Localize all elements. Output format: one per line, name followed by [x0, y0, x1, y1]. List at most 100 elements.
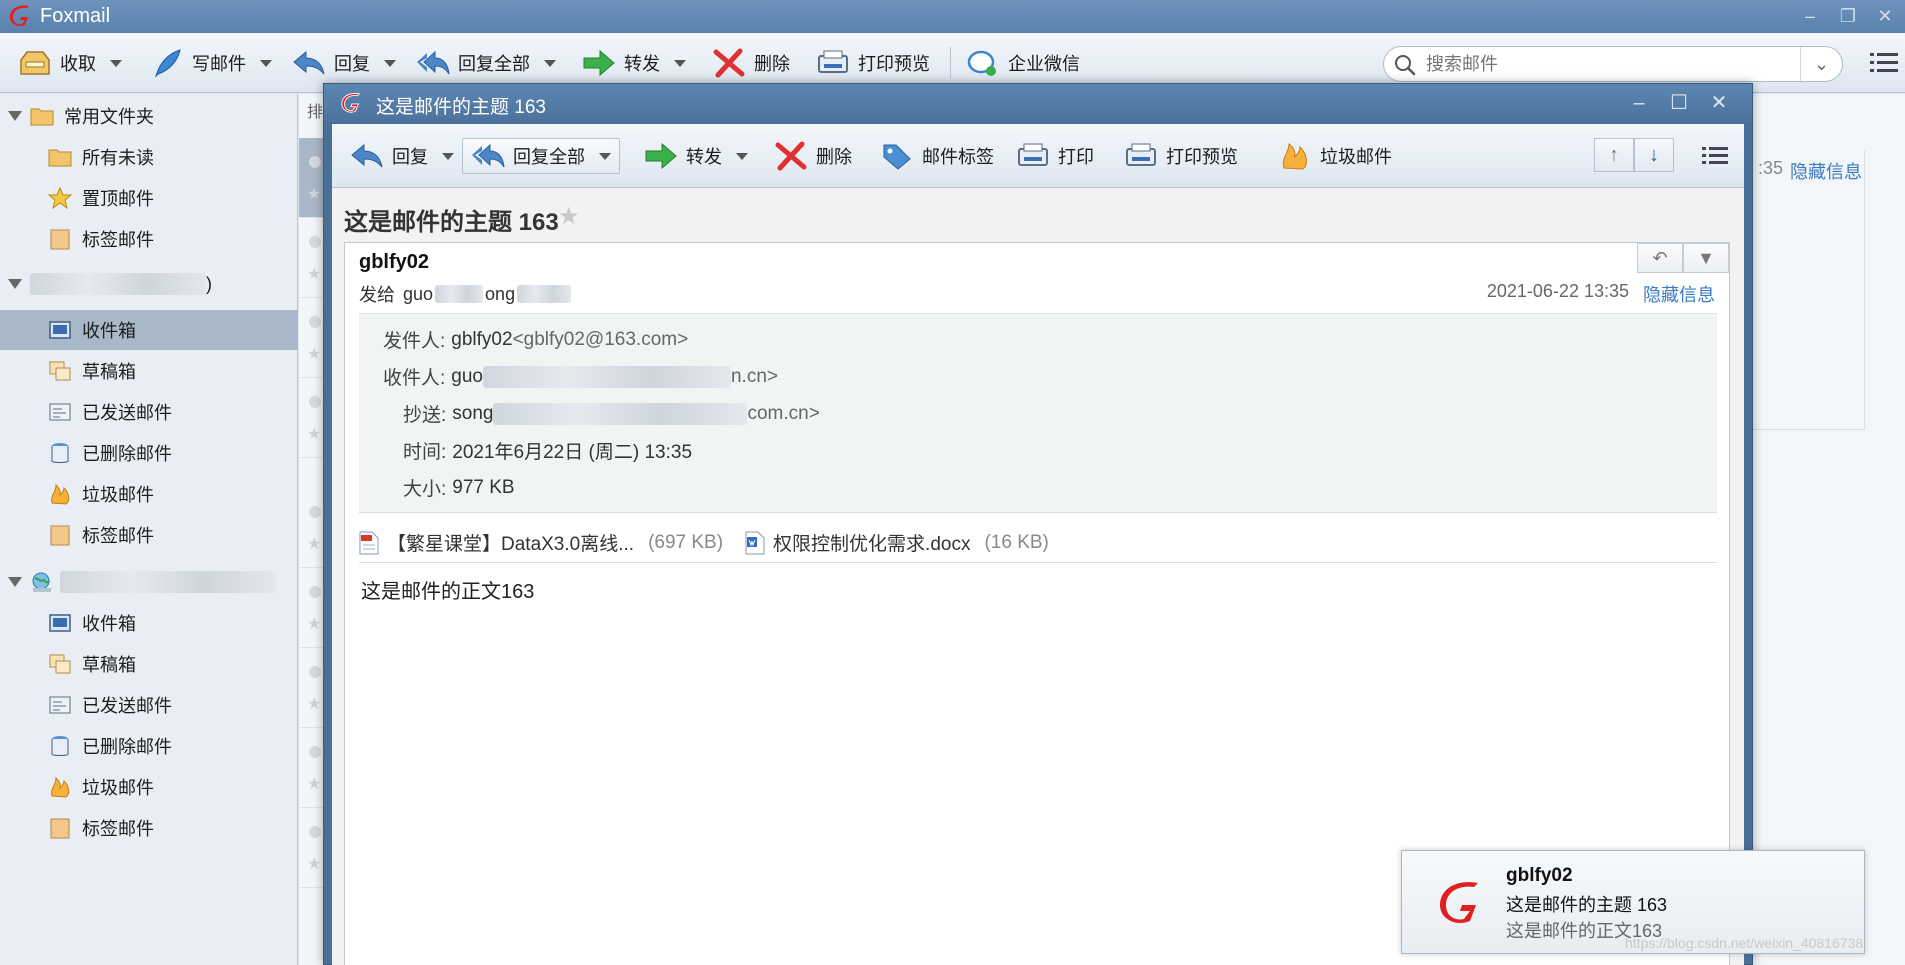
reply-arrow-icon	[293, 50, 325, 75]
search-box[interactable]: ⌄	[1383, 46, 1843, 82]
reply-all-button[interactable]: 回复全部	[416, 45, 556, 81]
compose-button[interactable]: 写邮件	[150, 45, 272, 81]
star-icon[interactable]: ★	[307, 344, 321, 364]
account-group-2[interactable]	[0, 562, 298, 602]
cc-address-end[interactable]: com.cn>	[747, 403, 819, 425]
printer-icon	[818, 50, 848, 73]
receive-label: 收取	[60, 54, 96, 74]
folder-deleted[interactable]: 已删除邮件	[0, 433, 298, 473]
from-address[interactable]: <gblfy02@163.com>	[513, 329, 689, 351]
compose-dropdown-icon[interactable]	[260, 59, 272, 67]
star-icon[interactable]: ★	[307, 614, 321, 634]
close-button[interactable]: ✕	[1704, 90, 1734, 116]
minimize-button[interactable]: –	[1795, 4, 1825, 28]
to-address-end[interactable]: n.cn>	[731, 366, 778, 388]
reply-all-dropdown-icon[interactable]	[544, 59, 556, 67]
forward-dropdown-icon[interactable]	[736, 152, 748, 160]
forward-dropdown-icon[interactable]	[674, 59, 686, 67]
size-label: 大小:	[403, 479, 447, 500]
folder-sidebar: 常用文件夹 所有未读 置顶邮件 标签邮件 ) 收件箱 草稿箱 已发送邮件 已删除…	[0, 94, 298, 965]
folder-label: 垃圾邮件	[82, 778, 154, 798]
folder-drafts[interactable]: 草稿箱	[0, 351, 298, 391]
reply-dropdown-icon[interactable]	[442, 152, 454, 160]
previous-message-arrow-up-icon[interactable]: ↑	[1594, 138, 1634, 172]
flag-star-icon[interactable]: ★	[558, 202, 580, 231]
receive-dropdown-icon[interactable]	[110, 59, 122, 67]
delete-button[interactable]: 删除	[712, 45, 790, 81]
star-icon[interactable]: ★	[307, 774, 321, 794]
detail-from: 发件人: gblfy02 <gblfy02@163.com>	[383, 326, 688, 353]
message-window-title: 这是邮件的主题 163	[376, 97, 546, 118]
reply-button[interactable]: 回复	[350, 138, 454, 174]
send-to-label: 发给	[359, 285, 395, 305]
more-actions-chevron-down-icon[interactable]: ▼	[1683, 243, 1729, 273]
cc-address-start[interactable]: song	[452, 403, 493, 425]
reply-button[interactable]: 回复	[292, 45, 396, 81]
folder-sent[interactable]: 已发送邮件	[0, 685, 298, 725]
folder-tagged[interactable]: 标签邮件	[0, 219, 298, 259]
print-button[interactable]: 打印	[1016, 138, 1094, 174]
folder-label: 标签邮件	[82, 230, 154, 250]
reply-dropdown-icon[interactable]	[384, 59, 396, 67]
print-preview-button[interactable]: 打印预览	[1124, 138, 1238, 174]
folder-pinned[interactable]: 置顶邮件	[0, 178, 298, 218]
from-name[interactable]: gblfy02	[451, 329, 512, 351]
folder-junk[interactable]: 垃圾邮件	[0, 767, 298, 807]
reply-all-dropdown-icon[interactable]	[599, 152, 611, 160]
attachment-item[interactable]: 【繁星课堂】DataX3.0离线... (697 KB)	[359, 529, 723, 556]
folder-inbox[interactable]: 收件箱	[0, 310, 298, 350]
account-group-1[interactable]: )	[0, 264, 298, 304]
star-icon[interactable]: ★	[307, 264, 321, 284]
attachment-name: 权限控制优化需求.docx	[773, 534, 971, 555]
to-address-start[interactable]: guo	[451, 366, 483, 388]
expand-triangle-icon[interactable]	[8, 577, 22, 587]
folder-group-common[interactable]: 常用文件夹	[0, 96, 298, 136]
receive-button[interactable]: 收取	[18, 45, 122, 81]
star-icon[interactable]: ★	[307, 184, 321, 204]
main-menu-icon[interactable]	[1870, 50, 1898, 76]
delete-button[interactable]: 删除	[774, 138, 852, 174]
expand-triangle-icon[interactable]	[8, 279, 22, 289]
folder-tagged[interactable]: 标签邮件	[0, 515, 298, 555]
folder-drafts[interactable]: 草稿箱	[0, 644, 298, 684]
close-button[interactable]: ✕	[1870, 4, 1900, 28]
restore-button[interactable]: ❐	[1833, 4, 1863, 28]
folder-all-unread[interactable]: 所有未读	[0, 137, 298, 177]
maximize-button[interactable]: ☐	[1664, 90, 1694, 116]
attachment-item[interactable]: 权限控制优化需求.docx (16 KB)	[745, 529, 1049, 556]
recipient-name-end[interactable]: ong	[485, 284, 515, 305]
folder-tagged[interactable]: 标签邮件	[0, 808, 298, 848]
search-options-chevron-icon[interactable]: ⌄	[1800, 47, 1842, 81]
star-icon[interactable]: ★	[307, 854, 321, 874]
quick-reply-icon[interactable]: ↶	[1637, 243, 1683, 273]
recipient-name-start[interactable]: guo	[403, 284, 433, 305]
unread-dot-icon	[309, 316, 321, 328]
next-message-arrow-down-icon[interactable]: ↓	[1634, 138, 1674, 172]
reply-all-button[interactable]: 回复全部	[462, 138, 620, 174]
sender-name[interactable]: gblfy02	[359, 251, 429, 274]
folder-deleted[interactable]: 已删除邮件	[0, 726, 298, 766]
from-label: 发件人:	[383, 331, 446, 352]
account-name-suffix: )	[206, 273, 212, 294]
folder-label: 草稿箱	[82, 655, 136, 675]
folder-label: 已发送邮件	[82, 696, 172, 716]
folder-sent[interactable]: 已发送邮件	[0, 392, 298, 432]
star-icon[interactable]: ★	[307, 694, 321, 714]
expand-triangle-icon[interactable]	[8, 111, 22, 121]
print-preview-button[interactable]: 打印预览	[816, 45, 930, 81]
folder-junk[interactable]: 垃圾邮件	[0, 474, 298, 514]
wecom-button[interactable]: 企业微信	[966, 45, 1080, 81]
sort-label[interactable]: 排	[307, 98, 323, 122]
star-icon[interactable]: ★	[307, 424, 321, 444]
hide-info-link[interactable]: 隐藏信息	[1643, 281, 1715, 307]
forward-button[interactable]: 转发	[582, 45, 686, 81]
message-window-titlebar[interactable]: 这是邮件的主题 163 – ☐ ✕	[324, 84, 1752, 122]
forward-button[interactable]: 转发	[644, 138, 748, 174]
more-menu-icon[interactable]	[1702, 144, 1728, 168]
tag-button[interactable]: 邮件标签	[880, 138, 994, 174]
minimize-button[interactable]: –	[1624, 90, 1654, 116]
star-icon[interactable]: ★	[307, 534, 321, 554]
junk-button[interactable]: 垃圾邮件	[1278, 138, 1392, 174]
search-input[interactable]	[1426, 51, 1776, 77]
folder-inbox[interactable]: 收件箱	[0, 603, 298, 643]
